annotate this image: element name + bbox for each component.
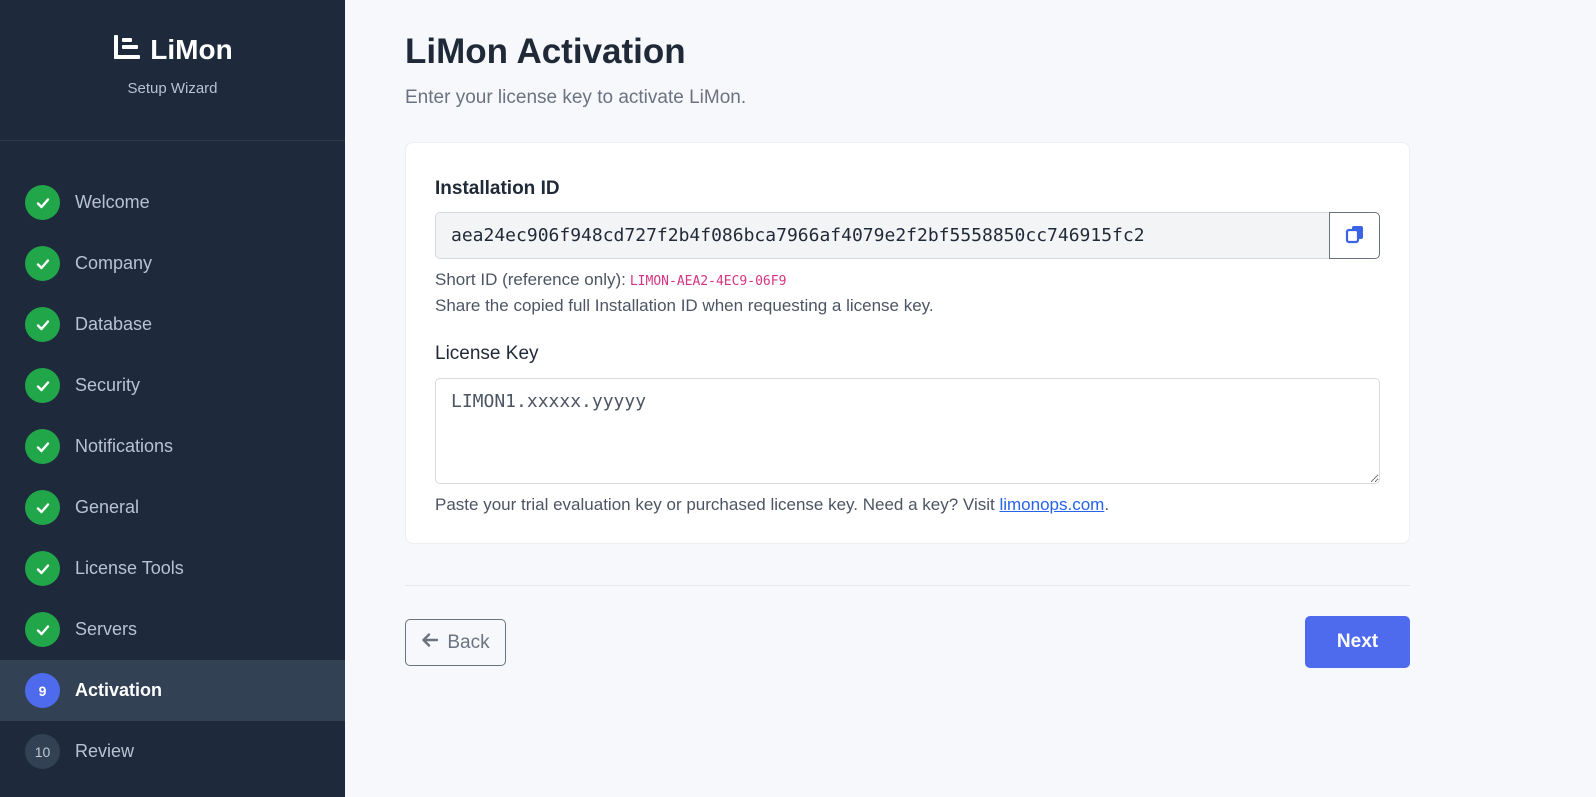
- step-number-badge: 10: [25, 734, 60, 769]
- step-security[interactable]: Security: [0, 355, 345, 416]
- check-icon: [25, 612, 60, 647]
- list-chart-icon: [112, 33, 142, 66]
- back-label: Back: [447, 631, 490, 653]
- short-id-line: Short ID (reference only): LIMON-AEA2-4EC…: [435, 270, 786, 290]
- step-servers[interactable]: Servers: [0, 599, 345, 660]
- limonops-link[interactable]: limonops.com: [999, 495, 1104, 514]
- step-label: Welcome: [75, 192, 150, 212]
- activation-card: Installation ID aea24ec906f948cd727f2b4f…: [405, 142, 1410, 544]
- brand-header: LiMon Setup Wizard: [0, 0, 345, 141]
- step-label: Company: [75, 253, 153, 273]
- check-icon: [25, 185, 60, 220]
- footer-divider: [405, 585, 1410, 586]
- step-label: Notifications: [75, 436, 174, 456]
- step-label: Security: [75, 375, 141, 395]
- wizard-steps: Welcome Company Database Security Notifi…: [0, 172, 345, 782]
- license-key-label: License Key: [435, 343, 539, 364]
- check-icon: [25, 429, 60, 464]
- step-license-tools[interactable]: License Tools: [0, 538, 345, 599]
- step-label: Database: [75, 314, 153, 334]
- step-activation[interactable]: 9 Activation: [0, 660, 345, 721]
- page-title: LiMon Activation: [405, 32, 686, 71]
- license-hint-suffix: .: [1104, 495, 1110, 514]
- copy-button[interactable]: [1329, 212, 1380, 259]
- next-button[interactable]: Next: [1305, 616, 1410, 668]
- check-icon: [25, 368, 60, 403]
- step-label: General: [75, 497, 140, 517]
- short-id-code: LIMON-AEA2-4EC9-06F9: [629, 274, 787, 289]
- check-icon: [25, 490, 60, 525]
- back-button[interactable]: Back: [405, 619, 506, 666]
- page-subtitle: Enter your license key to activate LiMon…: [405, 87, 747, 108]
- step-label: Servers: [75, 619, 138, 639]
- step-welcome[interactable]: Welcome: [0, 172, 345, 233]
- license-key-input[interactable]: [435, 378, 1380, 484]
- brand-subtitle: Setup Wizard: [127, 80, 218, 97]
- sidebar: LiMon Setup Wizard Welcome Company Datab…: [0, 0, 345, 797]
- license-hint: Paste your trial evaluation key or purch…: [435, 495, 1109, 515]
- check-icon: [25, 307, 60, 342]
- share-hint: Share the copied full Installation ID wh…: [435, 296, 934, 315]
- license-hint-text: Paste your trial evaluation key or purch…: [435, 495, 1000, 514]
- installation-id-label: Installation ID: [435, 178, 560, 199]
- brand-name: LiMon: [150, 33, 233, 65]
- step-number-badge: 9: [25, 673, 60, 708]
- copy-icon: [1345, 224, 1365, 247]
- check-icon: [25, 551, 60, 586]
- installation-id-group: aea24ec906f948cd727f2b4f086bca7966af4079…: [435, 212, 1380, 259]
- step-label: Review: [75, 741, 135, 761]
- step-database[interactable]: Database: [0, 294, 345, 355]
- step-review[interactable]: 10 Review: [0, 721, 345, 782]
- step-label: License Tools: [75, 558, 184, 578]
- step-label: Activation: [75, 680, 163, 700]
- check-icon: [25, 246, 60, 281]
- step-company[interactable]: Company: [0, 233, 345, 294]
- arrow-left-icon: [421, 632, 439, 654]
- step-notifications[interactable]: Notifications: [0, 416, 345, 477]
- short-id-prefix: Short ID (reference only):: [435, 270, 626, 289]
- brand-logo: LiMon: [112, 33, 233, 66]
- step-general[interactable]: General: [0, 477, 345, 538]
- installation-id-field[interactable]: aea24ec906f948cd727f2b4f086bca7966af4079…: [435, 212, 1329, 259]
